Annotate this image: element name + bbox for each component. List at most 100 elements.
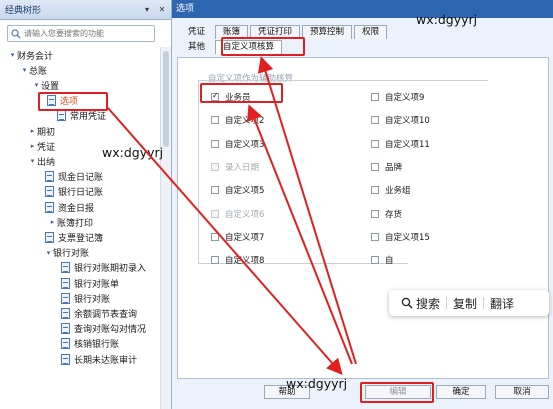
custom-item-option[interactable]: 自定义项7 <box>211 230 264 244</box>
tree-label: 资金日报 <box>58 203 95 214</box>
tree-node[interactable]: ▸ 期初 <box>28 123 55 139</box>
chevron-down-icon[interactable]: ▾ <box>28 157 37 165</box>
custom-item-option[interactable]: 自定义项2 <box>211 113 264 127</box>
tree-leaf[interactable]: 核销银行账 <box>52 336 119 352</box>
search-icon <box>11 28 21 38</box>
panel-title: 经典树形 <box>5 6 42 16</box>
option-label: 自定义项9 <box>385 93 425 103</box>
tab-other[interactable]: 其他 <box>180 40 213 54</box>
chevron-right-icon[interactable]: ▸ <box>28 127 37 135</box>
option-label: 业务组 <box>385 186 411 197</box>
tree-scrollbar[interactable] <box>160 47 171 409</box>
tree-label: 账簿打印 <box>57 218 94 229</box>
navigation-panel: 经典树形 ▾ ✕ ▾财务会计▾总账▾设置选项常用凭证▸期初▸凭证▾出纳现金日记账… <box>0 0 172 409</box>
chevron-down-icon[interactable]: ▾ <box>44 249 53 257</box>
document-icon <box>61 262 70 274</box>
chevron-down-icon[interactable]: ▾ <box>32 81 41 89</box>
tree-label: 银行对账单 <box>74 279 120 290</box>
chevron-right-icon[interactable]: ▸ <box>48 218 57 226</box>
custom-item-option[interactable]: 自定义项15 <box>371 230 430 244</box>
custom-item-option[interactable]: 品牌 <box>371 160 402 174</box>
group-divider <box>198 80 488 81</box>
option-checkbox[interactable] <box>211 116 219 125</box>
option-label: 自定义项5 <box>225 186 265 197</box>
tree-node[interactable]: ▸ 凭证 <box>28 138 55 154</box>
close-icon[interactable]: ✕ <box>156 4 168 16</box>
document-icon <box>61 353 70 365</box>
document-icon <box>61 292 70 304</box>
cancel-button[interactable]: 取消 <box>495 385 549 399</box>
tree-leaf[interactable]: 查询对账勾对情况 <box>52 321 146 337</box>
tree-leaf[interactable]: 现金日记账 <box>36 169 103 185</box>
custom-item-option[interactable]: 自定义项10 <box>371 113 430 127</box>
option-checkbox[interactable] <box>371 186 379 195</box>
option-label: 自定义项15 <box>385 232 430 243</box>
custom-item-option[interactable]: 自 <box>371 253 394 267</box>
custom-item-option: 录入日期 <box>211 160 259 174</box>
custom-item-option[interactable]: 自定义项11 <box>371 137 430 151</box>
tree-label: 总账 <box>29 66 48 77</box>
option-label: 自定义项8 <box>225 256 265 267</box>
tree-node[interactable]: ▸ 账簿打印 <box>48 214 93 230</box>
tree-leaf[interactable]: 余额调节表查询 <box>52 305 137 321</box>
tree-label: 核销银行账 <box>74 340 120 351</box>
custom-item-option[interactable]: 存货 <box>371 207 402 221</box>
tab-budget-control[interactable]: 预算控制 <box>302 25 353 39</box>
tree-label: 现金日记账 <box>58 173 104 184</box>
option-checkbox[interactable] <box>371 162 379 171</box>
option-checkbox[interactable] <box>211 232 219 241</box>
scrollbar-thumb[interactable] <box>163 51 169 147</box>
tree-node[interactable]: ▾ 银行对账 <box>44 245 89 261</box>
chevron-down-icon[interactable]: ▾ <box>8 51 17 59</box>
custom-item-option[interactable]: 自定义项5 <box>211 183 264 197</box>
option-checkbox[interactable] <box>211 256 219 265</box>
tree-leaf[interactable]: 银行日记账 <box>36 184 103 200</box>
document-icon <box>45 201 54 213</box>
tree-leaf[interactable]: 资金日报 <box>36 199 94 215</box>
ok-button[interactable]: 确定 <box>436 385 486 399</box>
chevron-right-icon[interactable]: ▸ <box>28 142 37 150</box>
tree-node[interactable]: ▾ 设置 <box>32 77 59 93</box>
option-checkbox[interactable] <box>211 186 219 195</box>
tab-voucher[interactable]: 凭证 <box>180 25 213 39</box>
document-icon <box>61 277 70 289</box>
chevron-down-icon[interactable]: ▾ <box>20 66 29 74</box>
context-search-item[interactable]: 搜索 <box>395 295 446 312</box>
custom-item-option[interactable]: 自定义项3 <box>211 137 264 151</box>
option-checkbox[interactable] <box>371 232 379 241</box>
tree-label: 财务会计 <box>17 51 54 62</box>
option-label: 品牌 <box>385 162 403 173</box>
option-checkbox[interactable] <box>371 93 379 101</box>
tree-leaf[interactable]: 支票登记簿 <box>36 229 103 245</box>
context-translate-item[interactable]: 翻译 <box>484 295 520 312</box>
tree-node[interactable]: ▾ 总账 <box>20 62 47 78</box>
tree-node[interactable]: ▾ 出纳 <box>28 153 55 169</box>
tree-label: 出纳 <box>37 157 56 168</box>
context-menu: 搜索 复制 翻译 <box>389 290 549 316</box>
dialog-title: 选项 <box>172 0 553 18</box>
option-checkbox[interactable] <box>371 116 379 125</box>
pin-icon[interactable]: ▾ <box>141 4 153 16</box>
tree-leaf[interactable]: 长期未达账审计 <box>52 351 137 367</box>
tree-node[interactable]: ▾ 财务会计 <box>8 47 53 63</box>
option-label: 自定义项3 <box>225 139 265 150</box>
option-checkbox[interactable] <box>371 139 379 148</box>
options-dialog: 选项 凭证 账簿 凭证打印 预算控制 权限 其他 自定义项核算 自定义项作为辅助… <box>172 0 553 409</box>
tree-leaf[interactable]: 银行对账 <box>52 290 110 306</box>
option-checkbox[interactable] <box>211 139 219 148</box>
function-search-box[interactable] <box>7 25 155 42</box>
tab-permissions[interactable]: 权限 <box>354 25 388 39</box>
tree-leaf[interactable]: 银行对账单 <box>52 275 119 291</box>
document-icon <box>61 338 70 350</box>
tree-label: 银行对账 <box>53 249 90 260</box>
option-checkbox[interactable] <box>371 209 379 218</box>
option-checkbox[interactable] <box>371 256 379 265</box>
context-copy-item[interactable]: 复制 <box>447 295 483 312</box>
tree-leaf[interactable]: 银行对账期初录入 <box>52 260 146 276</box>
custom-item-option[interactable]: 业务组 <box>371 183 411 197</box>
custom-item-option[interactable]: 自定义项8 <box>211 253 264 267</box>
custom-item-option: 自定义项6 <box>211 207 264 221</box>
annotation-box-salesperson <box>200 83 283 103</box>
search-input[interactable] <box>24 29 152 38</box>
custom-item-option[interactable]: 自定义项9 <box>371 90 424 104</box>
